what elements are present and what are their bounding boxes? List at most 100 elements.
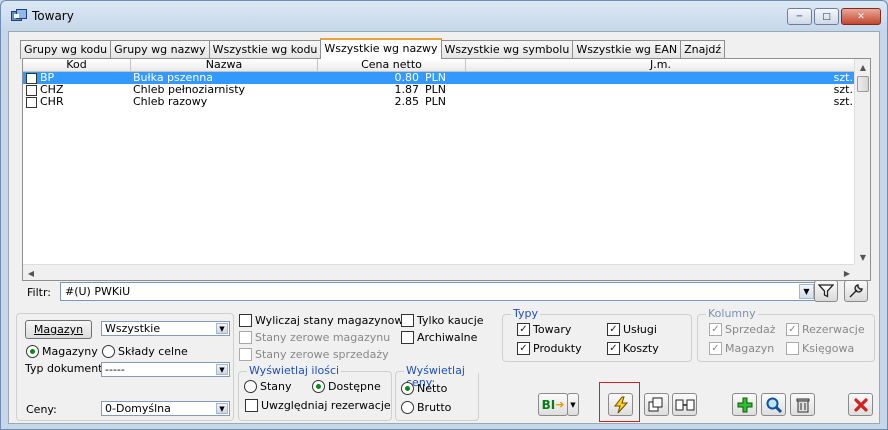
close-icon (853, 397, 868, 412)
checkbox-wyliczaj-stany[interactable]: Wyliczaj stany magazynowe (239, 314, 410, 327)
scroll-left-icon[interactable]: ◀ (23, 265, 39, 281)
checkbox-tylko-kaucje[interactable]: Tylko kaucje (401, 314, 484, 327)
column-header-cena-netto[interactable]: Cena netto (318, 59, 466, 71)
checkbox-uwzgledniaj-rezerwacje[interactable]: Uwzględniaj rezerwacje (245, 399, 391, 412)
add-button[interactable] (732, 393, 757, 416)
table-row[interactable]: BP Bułka pszenna 0.80 PLN szt. (23, 72, 855, 84)
window-title: Towary (32, 9, 74, 23)
chevron-down-icon[interactable]: ▼ (799, 284, 814, 299)
radio-circle (401, 382, 414, 395)
cell-kod: CHZ (40, 84, 64, 96)
table-row[interactable]: CHZ Chleb pełnoziarnisty 1.87 PLN szt. (23, 84, 855, 96)
radio-magazyny[interactable]: Magazyny (26, 345, 98, 358)
chevron-down-icon[interactable]: ▼ (216, 364, 228, 375)
scroll-down-icon[interactable]: ▼ (855, 249, 871, 265)
checkbox-rezerwacje[interactable]: ✓ Rezerwacje (786, 323, 865, 336)
cell-nazwa: Chleb razowy (133, 96, 208, 108)
radio-dostepne-label: Dostępne (328, 380, 381, 393)
search-button[interactable] (761, 393, 786, 416)
scroll-thumb[interactable] (857, 76, 869, 92)
checkbox-magazyn[interactable]: ✓ Magazyn (709, 342, 774, 355)
column-header-jm[interactable]: J.m. (466, 59, 855, 71)
vertical-scrollbar[interactable]: ▲ ▼ (854, 59, 870, 265)
windows-button[interactable] (644, 393, 669, 416)
magazyn-value: Wszystkie (105, 322, 161, 335)
scroll-up-icon[interactable]: ▲ (855, 59, 871, 75)
column-header-kod[interactable]: Kod (23, 59, 131, 71)
tab-wszystkie-wg-nazwy[interactable]: Wszystkie wg nazwy (320, 38, 442, 59)
bi-export-button[interactable]: BI ➜ (538, 393, 568, 416)
radio-netto-label: Netto (417, 382, 448, 395)
radio-brutto-label: Brutto (417, 401, 452, 414)
checkbox-stany-zerowe-sprzedazy[interactable]: Stany zerowe sprzedaży (239, 348, 389, 361)
link-icon (675, 399, 694, 410)
ksiegowa-label: Księgowa (802, 342, 855, 355)
checkbox-produkty[interactable]: ✓ Produkty (517, 342, 582, 355)
chevron-down-icon[interactable]: ▼ (216, 323, 228, 334)
checkbox-box (245, 399, 258, 412)
checkbox-sprzedaz[interactable]: ✓ Sprzedaż (709, 323, 776, 336)
checkbox-ksiegowa[interactable]: Księgowa (786, 342, 854, 355)
maximize-button[interactable]: □ (814, 8, 839, 25)
title-bar[interactable]: Towary ─ □ ✕ (1, 1, 887, 31)
checkbox-koszty[interactable]: ✓ Koszty (607, 342, 659, 355)
radio-sklady-celne[interactable]: Składy celne (102, 345, 188, 358)
checkbox-uslugi[interactable]: ✓ Usługi (607, 323, 657, 336)
tab-grupy-wg-kodu[interactable]: Grupy wg kodu (20, 40, 112, 59)
minimize-button[interactable]: ─ (787, 8, 812, 25)
row-checkbox[interactable] (26, 84, 37, 96)
cell-waluta: PLN (425, 84, 446, 96)
links-button[interactable] (672, 393, 697, 416)
horizontal-scrollbar[interactable]: ◀ ▶ (23, 264, 855, 280)
magazyn-button[interactable]: Magazyn (25, 320, 92, 339)
table-row[interactable]: CHR Chleb razowy 2.85 PLN szt. (23, 96, 855, 108)
wyswietlaj-ilosci-title: Wyświetlaj ilości (247, 364, 342, 377)
row-checkbox[interactable] (26, 72, 37, 84)
towary-window: Towary ─ □ ✕ Grupy wg kodu Grupy wg nazw… (0, 0, 888, 430)
magazyn-button-label: Magazyn (33, 323, 84, 336)
radio-netto[interactable]: Netto (401, 382, 447, 395)
tab-strip: Grupy wg kodu Grupy wg nazwy Wszystkie w… (20, 38, 726, 59)
scroll-right-icon[interactable]: ▶ (839, 265, 855, 281)
ceny-value: 0-Domyślna (105, 402, 171, 415)
chevron-down-icon[interactable]: ▼ (216, 403, 228, 414)
tab-grupy-wg-nazwy[interactable]: Grupy wg nazwy (110, 40, 210, 59)
radio-circle (102, 345, 115, 358)
cell-nazwa: Chleb pełnoziarnisty (133, 84, 246, 96)
typ-dokumentu-select[interactable]: ----- ▼ (101, 362, 230, 377)
checkbox-towary[interactable]: ✓ Towary (517, 323, 571, 336)
radio-dostepne[interactable]: Dostępne (312, 380, 381, 393)
wrench-icon (849, 284, 863, 298)
typ-dokumentu-label: Typ dokumentu: (25, 362, 114, 375)
checkmark-icon: ✓ (786, 323, 799, 336)
tab-wszystkie-wg-symbolu[interactable]: Wszystkie wg symbolu (440, 40, 574, 59)
cell-kod: CHR (40, 96, 64, 108)
tab-wszystkie-wg-ean[interactable]: Wszystkie wg EAN (572, 40, 682, 59)
bi-export-dropdown[interactable]: ▼ (567, 393, 579, 416)
row-checkbox[interactable] (26, 96, 37, 108)
ceny-select[interactable]: 0-Domyślna ▼ (101, 401, 230, 416)
radio-magazyny-label: Magazyny (42, 345, 98, 358)
checkmark-icon: ✓ (709, 323, 722, 336)
filter-input[interactable]: #(U) PWKiU ▼ (60, 282, 816, 301)
cell-nazwa: Bułka pszenna (133, 72, 213, 84)
cell-waluta: PLN (425, 96, 446, 108)
wyswietlaj-ilosci-panel: Wyświetlaj ilości Stany Dostępne Uwzględ… (238, 365, 392, 421)
close-button[interactable] (848, 393, 873, 416)
tab-wszystkie-wg-kodu[interactable]: Wszystkie wg kodu (208, 40, 322, 59)
radio-brutto[interactable]: Brutto (401, 401, 451, 414)
column-header-nazwa[interactable]: Nazwa (131, 59, 318, 71)
close-window-button[interactable]: ✕ (841, 8, 881, 25)
tab-znajdz[interactable]: Znajdź (680, 40, 726, 59)
checkbox-stany-zerowe-magazynu[interactable]: Stany zerowe magazynu (239, 331, 390, 344)
checkmark-icon: ✓ (709, 342, 722, 355)
filter-settings-button[interactable] (844, 280, 868, 302)
delete-button[interactable] (790, 393, 815, 416)
radio-stany[interactable]: Stany (244, 380, 292, 393)
checkbox-archiwalne[interactable]: Archiwalne (401, 331, 477, 344)
ceny-label: Ceny: (26, 403, 57, 416)
cell-jm: szt. (833, 96, 853, 108)
filter-funnel-button[interactable] (814, 280, 838, 302)
magazyn-select[interactable]: Wszystkie ▼ (101, 321, 230, 336)
lightning-button[interactable] (608, 393, 633, 416)
